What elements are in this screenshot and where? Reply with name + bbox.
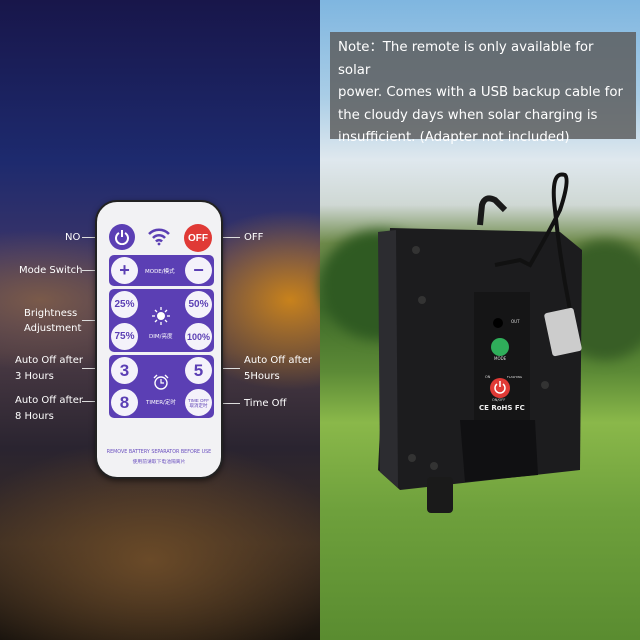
battery-notice: REMOVE BATTERY SEPARATOR BEFORE USE <box>106 450 212 455</box>
label-auto8-hours: 8 Hours <box>15 411 54 422</box>
label-auto3: Auto Off after <box>15 355 83 366</box>
note-box: Note：The remote is only available for so… <box>330 32 636 145</box>
mode-panel: + MODE/模式 − <box>109 255 214 286</box>
label-auto5: Auto Off after <box>244 355 312 366</box>
timer-5-button[interactable]: 5 <box>185 357 212 384</box>
label-auto8: Auto Off after <box>15 395 83 406</box>
power-icon <box>115 230 129 245</box>
time-off-button[interactable]: TIME OFF 取消定时 <box>185 389 212 416</box>
label-auto3-hours: 3 Hours <box>15 371 54 382</box>
remote-control: OFF + MODE/模式 − 25% 50% 75% 100% DIM/亮度 … <box>95 200 223 479</box>
brightness-panel: 25% 50% 75% 100% DIM/亮度 <box>109 289 214 352</box>
label-brightness: Brightness <box>24 308 78 319</box>
mode-button[interactable] <box>491 338 509 356</box>
timer-text: TIMER/定时 <box>146 400 176 406</box>
brightness-25-button[interactable]: 25% <box>111 291 138 318</box>
label-on: NO <box>65 232 81 243</box>
timer-3-button[interactable]: 3 <box>111 357 138 384</box>
onoff-label: ON/OFF <box>492 398 506 402</box>
solar-controller-device <box>378 172 582 513</box>
mode-text: MODE/模式 <box>145 269 175 275</box>
label-auto5-hours: 5Hours <box>244 371 280 382</box>
label-adjustment: Adjustment <box>24 323 82 334</box>
note-line: power. Comes with a USB backup cable for <box>338 85 623 100</box>
label-mode-switch: Mode Switch <box>19 265 83 276</box>
battery-notice-cn: 使用前请取下电池隔离片 <box>132 460 186 465</box>
certification-marks: CE RoHS FC <box>479 404 525 412</box>
note-line: the cloudy days when solar charging is <box>338 107 598 123</box>
dim-text: DIM/亮度 <box>149 334 173 340</box>
power-on-button[interactable] <box>109 224 135 250</box>
off-button[interactable]: OFF <box>184 224 212 252</box>
note-line: insufficient. (Adapter not included) <box>338 130 570 145</box>
time-off-text-cn: 取消定时 <box>189 402 208 408</box>
brightness-icon <box>152 307 170 325</box>
timer-8-button[interactable]: 8 <box>111 389 138 416</box>
mode-plus-button[interactable]: + <box>111 257 138 284</box>
alarm-clock-icon <box>153 374 169 390</box>
mode-minus-button[interactable]: − <box>185 257 212 284</box>
flashing-label: FLASHING <box>507 375 523 379</box>
out-label: OUT <box>511 319 520 324</box>
on-label: ON <box>485 375 491 379</box>
wireless-icon <box>148 228 170 246</box>
mode-label: MODE <box>494 356 507 361</box>
label-time-off: Time Off <box>244 398 287 409</box>
brightness-50-button[interactable]: 50% <box>185 291 212 318</box>
label-off: OFF <box>244 232 264 243</box>
timer-panel: 3 5 8 TIME OFF 取消定时 TIMER/定时 <box>109 355 214 418</box>
brightness-75-button[interactable]: 75% <box>111 323 138 350</box>
brightness-100-button[interactable]: 100% <box>185 323 212 350</box>
note-line: Note：The remote is only available for so… <box>338 40 594 78</box>
